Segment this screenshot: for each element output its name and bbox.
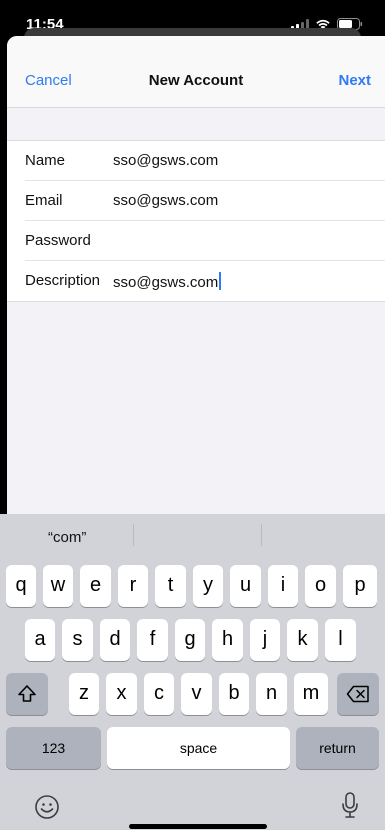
space-key[interactable]: space xyxy=(107,727,290,769)
key-h[interactable]: h xyxy=(212,619,243,661)
email-row[interactable]: Email sso@gsws.com xyxy=(7,181,385,221)
keyboard: “com” q w e r t y u i o p a s d f g h j … xyxy=(0,514,385,830)
description-row[interactable]: Description sso@gsws.com xyxy=(7,261,385,301)
shift-key[interactable] xyxy=(6,673,48,715)
description-label: Description xyxy=(25,272,101,289)
suggestion-bar: “com” xyxy=(0,514,385,558)
navigation-bar: Cancel New Account Next xyxy=(7,36,385,108)
key-l[interactable]: l xyxy=(325,619,356,661)
key-r[interactable]: r xyxy=(118,565,148,607)
key-x[interactable]: x xyxy=(106,673,137,715)
key-w[interactable]: w xyxy=(43,565,73,607)
key-y[interactable]: y xyxy=(193,565,223,607)
description-field[interactable]: sso@gsws.com xyxy=(113,272,222,291)
return-key[interactable]: return xyxy=(296,727,379,769)
key-o[interactable]: o xyxy=(305,565,336,607)
key-c[interactable]: c xyxy=(144,673,174,715)
suggestion-1[interactable]: “com” xyxy=(48,514,86,558)
email-label: Email xyxy=(25,192,63,209)
delete-key[interactable] xyxy=(337,673,379,715)
key-a[interactable]: a xyxy=(25,619,55,661)
key-d[interactable]: d xyxy=(100,619,130,661)
name-field[interactable]: sso@gsws.com xyxy=(113,152,218,169)
next-button[interactable]: Next xyxy=(338,72,371,89)
key-p[interactable]: p xyxy=(343,565,377,607)
key-n[interactable]: n xyxy=(256,673,287,715)
key-i[interactable]: i xyxy=(268,565,298,607)
text-cursor xyxy=(219,272,222,290)
key-m[interactable]: m xyxy=(294,673,328,715)
key-s[interactable]: s xyxy=(62,619,93,661)
key-z[interactable]: z xyxy=(69,673,99,715)
home-indicator xyxy=(129,824,267,829)
key-q[interactable]: q xyxy=(6,565,36,607)
email-field[interactable]: sso@gsws.com xyxy=(113,192,218,209)
microphone-icon xyxy=(342,792,358,818)
key-v[interactable]: v xyxy=(181,673,212,715)
key-j[interactable]: j xyxy=(250,619,280,661)
password-label: Password xyxy=(25,232,91,249)
key-u[interactable]: u xyxy=(230,565,261,607)
key-e[interactable]: e xyxy=(80,565,111,607)
emoji-icon xyxy=(35,795,59,819)
emoji-button[interactable] xyxy=(34,794,60,820)
dictation-button[interactable] xyxy=(340,791,360,821)
key-t[interactable]: t xyxy=(155,565,186,607)
name-row[interactable]: Name sso@gsws.com xyxy=(7,141,385,181)
key-b[interactable]: b xyxy=(219,673,249,715)
numbers-key[interactable]: 123 xyxy=(6,727,101,769)
key-f[interactable]: f xyxy=(137,619,168,661)
key-g[interactable]: g xyxy=(175,619,205,661)
description-value: sso@gsws.com xyxy=(113,274,219,291)
delete-backspace-icon xyxy=(346,685,369,703)
key-k[interactable]: k xyxy=(287,619,318,661)
shift-icon xyxy=(18,685,36,702)
account-form: Name sso@gsws.com Email sso@gsws.com Pas… xyxy=(7,140,385,302)
page-title: New Account xyxy=(148,72,244,89)
password-row[interactable]: Password xyxy=(7,221,385,261)
name-label: Name xyxy=(25,152,66,169)
